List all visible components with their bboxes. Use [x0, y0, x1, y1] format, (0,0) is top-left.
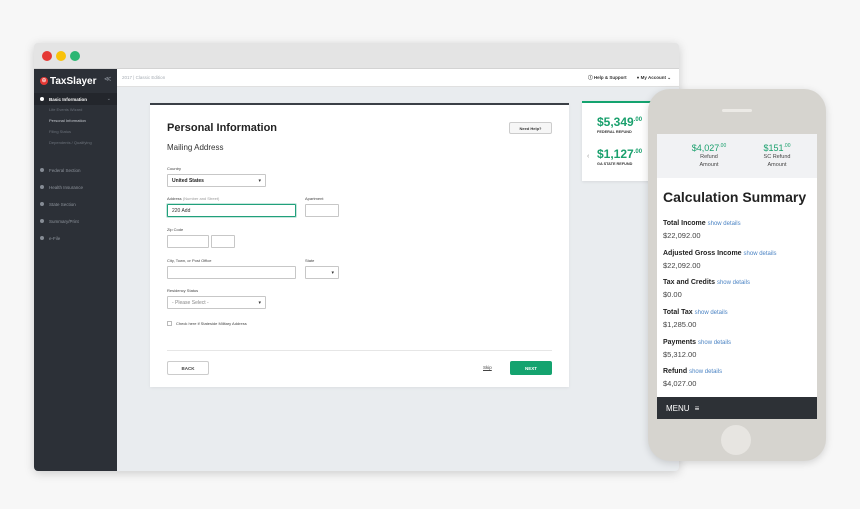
sidebar-subitem-dependents[interactable]: Dependents / Qualifying — [49, 140, 92, 145]
residency-status-select[interactable]: - Please Select - ▾ — [167, 296, 266, 309]
sidebar-subitem-life-events[interactable]: Life Events Wizard — [49, 107, 82, 112]
zip-extension-input[interactable] — [211, 235, 235, 248]
sidebar-item-summary-print[interactable]: Summary/Print — [34, 215, 117, 227]
phone-screen: $4,027.00 Refund Amount $151.00 SC Refun… — [657, 134, 817, 419]
personal-information-card: Personal Information Mailing Address Nee… — [150, 103, 569, 387]
browser-window: ⊕ TaxSlayer ≪ Basic Information ⌄ Life E… — [34, 43, 679, 471]
refund-summary-header: $4,027.00 Refund Amount $151.00 SC Refun… — [657, 134, 817, 178]
home-button[interactable] — [721, 425, 751, 455]
circle-icon — [40, 168, 44, 172]
summary-row-value: $22,092.00 — [663, 261, 701, 270]
hamburger-icon: ≡ — [694, 403, 700, 413]
topbar: 2017 | Classic Edition ⓘ Help & Support … — [117, 69, 679, 87]
minimize-window-button[interactable] — [56, 51, 66, 61]
show-details-link[interactable]: show details — [717, 280, 750, 286]
state-refund-amount: $1,127.00 — [597, 147, 643, 161]
sidebar-item-health-insurance[interactable]: Health Insurance — [34, 181, 117, 193]
apartment-input[interactable] — [305, 204, 339, 217]
sidebar: ⊕ TaxSlayer ≪ Basic Information ⌄ Life E… — [34, 69, 117, 471]
circle-icon — [40, 185, 44, 189]
section-subtitle: Mailing Address — [167, 143, 224, 152]
summary-row-label: Payments show details — [663, 339, 732, 346]
window-titlebar — [34, 43, 679, 69]
speaker-icon — [722, 109, 752, 112]
circle-icon — [40, 202, 44, 206]
show-details-link[interactable]: show details — [744, 251, 777, 257]
state-select[interactable]: ▾ — [305, 266, 339, 279]
summary-row-value: $22,092.00 — [663, 231, 701, 240]
next-button[interactable]: NEXT — [510, 361, 552, 375]
close-window-button[interactable] — [42, 51, 52, 61]
military-address-label: Check here if Stateside Military Address — [176, 321, 247, 326]
federal-refund-amount: $5,349.00 — [597, 115, 643, 129]
summary-row-value: $0.00 — [663, 290, 682, 299]
apartment-label: Apartment — [305, 196, 324, 201]
back-button[interactable]: BACK — [167, 361, 209, 375]
maximize-window-button[interactable] — [70, 51, 80, 61]
city-input[interactable] — [167, 266, 296, 279]
chevron-left-icon[interactable]: ‹ — [587, 153, 589, 160]
taxslayer-logo[interactable]: ⊕ TaxSlayer — [40, 74, 97, 88]
circle-icon — [40, 219, 44, 223]
residency-status-label: Residency Status — [167, 288, 199, 293]
country-select[interactable]: United States ▾ — [167, 174, 266, 187]
sidebar-item-efile[interactable]: e-File — [34, 232, 117, 244]
chevron-down-icon: ▾ — [258, 178, 261, 184]
summary-row-label: Total Tax show details — [663, 309, 728, 316]
sc-refund-block: $151.00 SC Refund Amount — [763, 143, 791, 168]
divider — [167, 350, 552, 351]
zip-code-label: Zip Code — [167, 227, 184, 232]
summary-row-label: Tax and Credits show details — [663, 279, 750, 286]
sidebar-item-basic-information[interactable]: Basic Information ⌄ — [34, 93, 117, 105]
show-details-link[interactable]: show details — [695, 310, 728, 316]
summary-row-label: Adjusted Gross Income show details — [663, 250, 777, 257]
sidebar-subitem-filing-status[interactable]: Filing Status — [49, 129, 71, 134]
address-input[interactable]: 220 Add — [167, 204, 296, 217]
summary-row-label: Total Income show details — [663, 220, 741, 227]
refund-amount-block: $4,027.00 Refund Amount — [691, 143, 727, 168]
summary-row-value: $1,285.00 — [663, 320, 697, 329]
my-account-menu[interactable]: ● My Account ⌄ — [637, 75, 671, 81]
summary-row-value: $5,312.00 — [663, 350, 697, 359]
circle-icon — [40, 236, 44, 240]
user-icon — [40, 97, 44, 101]
logo-icon: ⊕ — [40, 77, 48, 85]
show-details-link[interactable]: show details — [708, 221, 741, 227]
chevron-down-icon: ⌄ — [106, 96, 111, 102]
sidebar-item-state-section[interactable]: State Section — [34, 198, 117, 210]
page-title: Personal Information — [167, 122, 278, 134]
chevron-down-icon: ▾ — [331, 270, 334, 276]
show-details-link[interactable]: show details — [698, 340, 731, 346]
need-help-button[interactable]: Need Help? — [509, 122, 552, 134]
mobile-menu-bar[interactable]: MENU ≡ — [657, 397, 817, 419]
military-address-checkbox[interactable] — [167, 321, 172, 326]
calculation-summary-title: Calculation Summary — [663, 189, 807, 205]
help-support-link[interactable]: ⓘ Help & Support — [588, 75, 627, 81]
state-label: State — [305, 258, 315, 263]
phone-mockup: $4,027.00 Refund Amount $151.00 SC Refun… — [648, 89, 826, 461]
collapse-sidebar-icon[interactable]: ≪ — [104, 75, 111, 83]
zip-code-input[interactable] — [167, 235, 209, 248]
show-details-link[interactable]: show details — [689, 369, 722, 375]
city-label: City, Town, or Post Office — [167, 258, 212, 263]
skip-link[interactable]: Skip — [483, 365, 492, 370]
country-label: Country — [167, 166, 182, 171]
edition-label: 2017 | Classic Edition — [122, 75, 166, 80]
chevron-down-icon: ▾ — [258, 300, 261, 306]
state-refund-label: GA STATE REFUND — [597, 162, 633, 166]
summary-row-label: Refund show details — [663, 368, 723, 375]
federal-refund-label: FEDERAL REFUND — [597, 130, 632, 134]
address-label: Address (Number and Street) — [167, 196, 220, 201]
summary-row-value: $4,027.00 — [663, 379, 697, 388]
sidebar-subitem-personal-information[interactable]: Personal Information — [49, 118, 86, 123]
sidebar-item-federal-section[interactable]: Federal Section — [34, 164, 117, 176]
